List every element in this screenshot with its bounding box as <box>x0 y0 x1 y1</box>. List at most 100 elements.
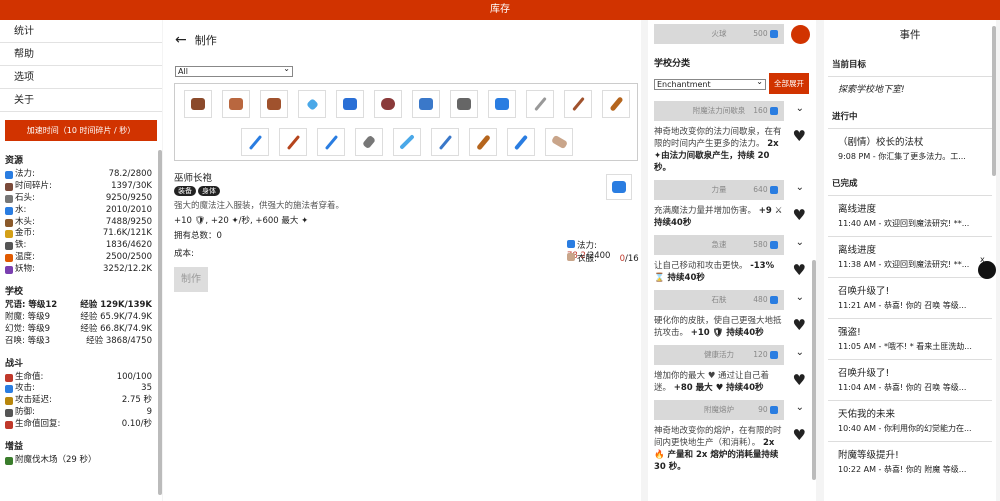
event-item[interactable]: 天佑我的未来 10:40 AM - 你利用你的幻觉能力在... <box>828 400 992 438</box>
skill-button[interactable]: 健康活力 120 <box>654 345 784 365</box>
skill-fireball-button[interactable]: 火球 500 <box>654 24 784 44</box>
item-great-sword[interactable] <box>393 128 421 156</box>
scroll-icon <box>550 134 568 150</box>
resource-name: 妖物: <box>15 264 35 275</box>
chevron-down-icon[interactable]: ⌄ <box>796 402 804 413</box>
events-scrollbar[interactable] <box>992 26 996 176</box>
mana-icon <box>5 170 13 179</box>
chevron-down-icon[interactable]: ⌄ <box>796 237 804 248</box>
combat-value: 9 <box>146 407 152 418</box>
item-blue-armor[interactable] <box>336 90 364 118</box>
chevron-down-icon[interactable]: ⌄ <box>796 182 804 193</box>
done-list: 离线进度 11:40 AM - 欢迎回到魔法研究! **... 离线进度 11:38 … <box>824 195 996 479</box>
resource-value: 1836/4620 <box>105 240 152 251</box>
wand-icon <box>533 96 547 112</box>
event-subtitle: 11:40 AM - 欢迎回到魔法研究! **... <box>838 219 970 228</box>
axe-icon <box>362 134 376 150</box>
nav-help[interactable]: 帮助 <box>0 43 162 66</box>
category-select[interactable]: Enchantment ⌄ <box>654 77 766 90</box>
chevron-down-icon[interactable]: ⌄ <box>796 347 804 358</box>
heart-icon[interactable]: ♥ <box>793 127 806 145</box>
skill-name: 力量 <box>711 185 727 194</box>
item-description: 强大的魔法注入服装，供强大的施法者穿着。 <box>174 201 345 211</box>
event-item[interactable]: 附魔等级提升! 10:22 AM - 恭喜! 你的 附魔 等级... <box>828 441 992 479</box>
nav-options[interactable]: 选项 <box>0 66 162 89</box>
skill-button[interactable]: 附魔法力间歇泉 160 <box>654 101 784 121</box>
heart-icon[interactable]: ♥ <box>793 371 806 389</box>
skill-item: 力量 640 ⌄ ♥ 充满魔法力量并增加伤害。 +9 ⚔ 持续40秒 <box>648 180 816 229</box>
skill-cost-value: 640 <box>753 185 768 194</box>
iron-icon <box>5 242 13 251</box>
resource-value: 2010/2010 <box>105 204 152 215</box>
leather-icon <box>267 98 281 110</box>
iron-armor-icon <box>457 98 471 110</box>
event-item[interactable]: （剧情）校长的法杖 9:08 PM - 你汇集了更多法力。工... <box>828 128 992 166</box>
item-chainmail[interactable] <box>412 90 440 118</box>
event-item[interactable]: 召唤升级了! 11:21 AM - 恭喜! 你的 召唤 等级... <box>828 277 992 315</box>
item-ice-sword[interactable] <box>507 128 535 156</box>
app-title: 库存 <box>490 4 510 15</box>
item-iron-armor[interactable] <box>450 90 478 118</box>
item-leather-armor[interactable] <box>222 90 250 118</box>
left-scrollbar[interactable] <box>158 150 162 495</box>
item-leather-coil[interactable] <box>374 90 402 118</box>
skill-button[interactable]: 急速 580 <box>654 235 784 255</box>
chevron-down-icon[interactable]: ⌄ <box>796 103 804 114</box>
item-robe[interactable] <box>488 90 516 118</box>
heart-icon[interactable]: ♥ <box>793 316 806 334</box>
event-item[interactable]: 召唤升级了! 11:04 AM - 恭喜! 你的 召唤 等级... <box>828 359 992 397</box>
accelerate-time-button[interactable]: 加速时间（10 时间碎片 / 秒） <box>5 120 157 141</box>
filter-select[interactable]: All <box>175 64 293 77</box>
skill-button[interactable]: 附魔熔炉 90 <box>654 400 784 420</box>
skill-cost: 640 <box>753 180 780 200</box>
category-row: Enchantment ⌄ 全部展开 <box>648 73 816 95</box>
resource-name: 水: <box>15 204 27 215</box>
event-subtitle: 11:38 AM - 欢迎回到魔法研究! **... <box>838 260 970 269</box>
water-icon <box>5 206 13 215</box>
skill-button[interactable]: 石肤 480 <box>654 290 784 310</box>
cloth-icon <box>567 253 575 261</box>
back-arrow-icon[interactable]: ← <box>175 32 187 48</box>
skill-item: 急速 580 ⌄ ♥ 让自己移动和攻击更快。 -13% ⌛ 持续40秒 <box>648 235 816 284</box>
craft-button[interactable]: 制作 <box>174 267 208 292</box>
event-subtitle: 11:04 AM - 恭喜! 你的 召唤 等级... <box>838 383 967 392</box>
item-spear[interactable] <box>317 128 345 156</box>
item-chest[interactable] <box>184 90 212 118</box>
heart-icon[interactable]: ♥ <box>793 426 806 444</box>
event-item[interactable]: 强盗! 11:05 AM - *哦不! * 看来土匪洗劫... <box>828 318 992 356</box>
category-title: 学校分类 <box>654 59 691 69</box>
resource-name: 石头: <box>15 192 35 203</box>
heart-icon[interactable]: ♥ <box>793 206 806 224</box>
resource-row: 铁: 1836/4620 <box>0 240 162 252</box>
crafting-title: 制作 <box>194 34 217 47</box>
school-exp: 经验 65.9K/74.9K <box>80 312 152 324</box>
nav-about[interactable]: 关于 <box>0 89 162 112</box>
combat-value: 0.10/秒 <box>121 419 152 430</box>
event-item[interactable]: 离线进度 11:38 AM - 欢迎回到魔法研究! **... <box>828 236 992 274</box>
item-wand[interactable] <box>526 90 554 118</box>
skill-button[interactable]: 力量 640 <box>654 180 784 200</box>
owned-label: 拥有总数： <box>174 231 217 241</box>
event-item[interactable]: 离线进度 11:40 AM - 欢迎回到魔法研究! **... <box>828 195 992 233</box>
github-icon[interactable] <box>978 261 996 279</box>
item-club[interactable] <box>602 90 630 118</box>
item-staff[interactable] <box>564 90 592 118</box>
mana-icon <box>770 107 778 115</box>
item-fire-staff[interactable] <box>279 128 307 156</box>
chevron-down-icon[interactable]: ⌄ <box>796 292 804 303</box>
item-scroll[interactable] <box>545 128 573 156</box>
skill-cost: 480 <box>753 290 780 310</box>
item-blue-sword[interactable] <box>241 128 269 156</box>
great-sword-icon <box>399 134 415 150</box>
item-scythe[interactable] <box>431 128 459 156</box>
skill-name: 附魔熔炉 <box>704 405 734 414</box>
item-gem[interactable] <box>298 90 326 118</box>
record-icon[interactable] <box>791 25 810 44</box>
skills-scrollbar[interactable] <box>812 260 816 480</box>
item-mace[interactable] <box>469 128 497 156</box>
item-leather-pieces[interactable] <box>260 90 288 118</box>
heart-icon[interactable]: ♥ <box>793 261 806 279</box>
item-axe[interactable] <box>355 128 383 156</box>
expand-all-button[interactable]: 全部展开 <box>769 73 809 94</box>
nav-stats[interactable]: 统计 <box>0 20 162 43</box>
